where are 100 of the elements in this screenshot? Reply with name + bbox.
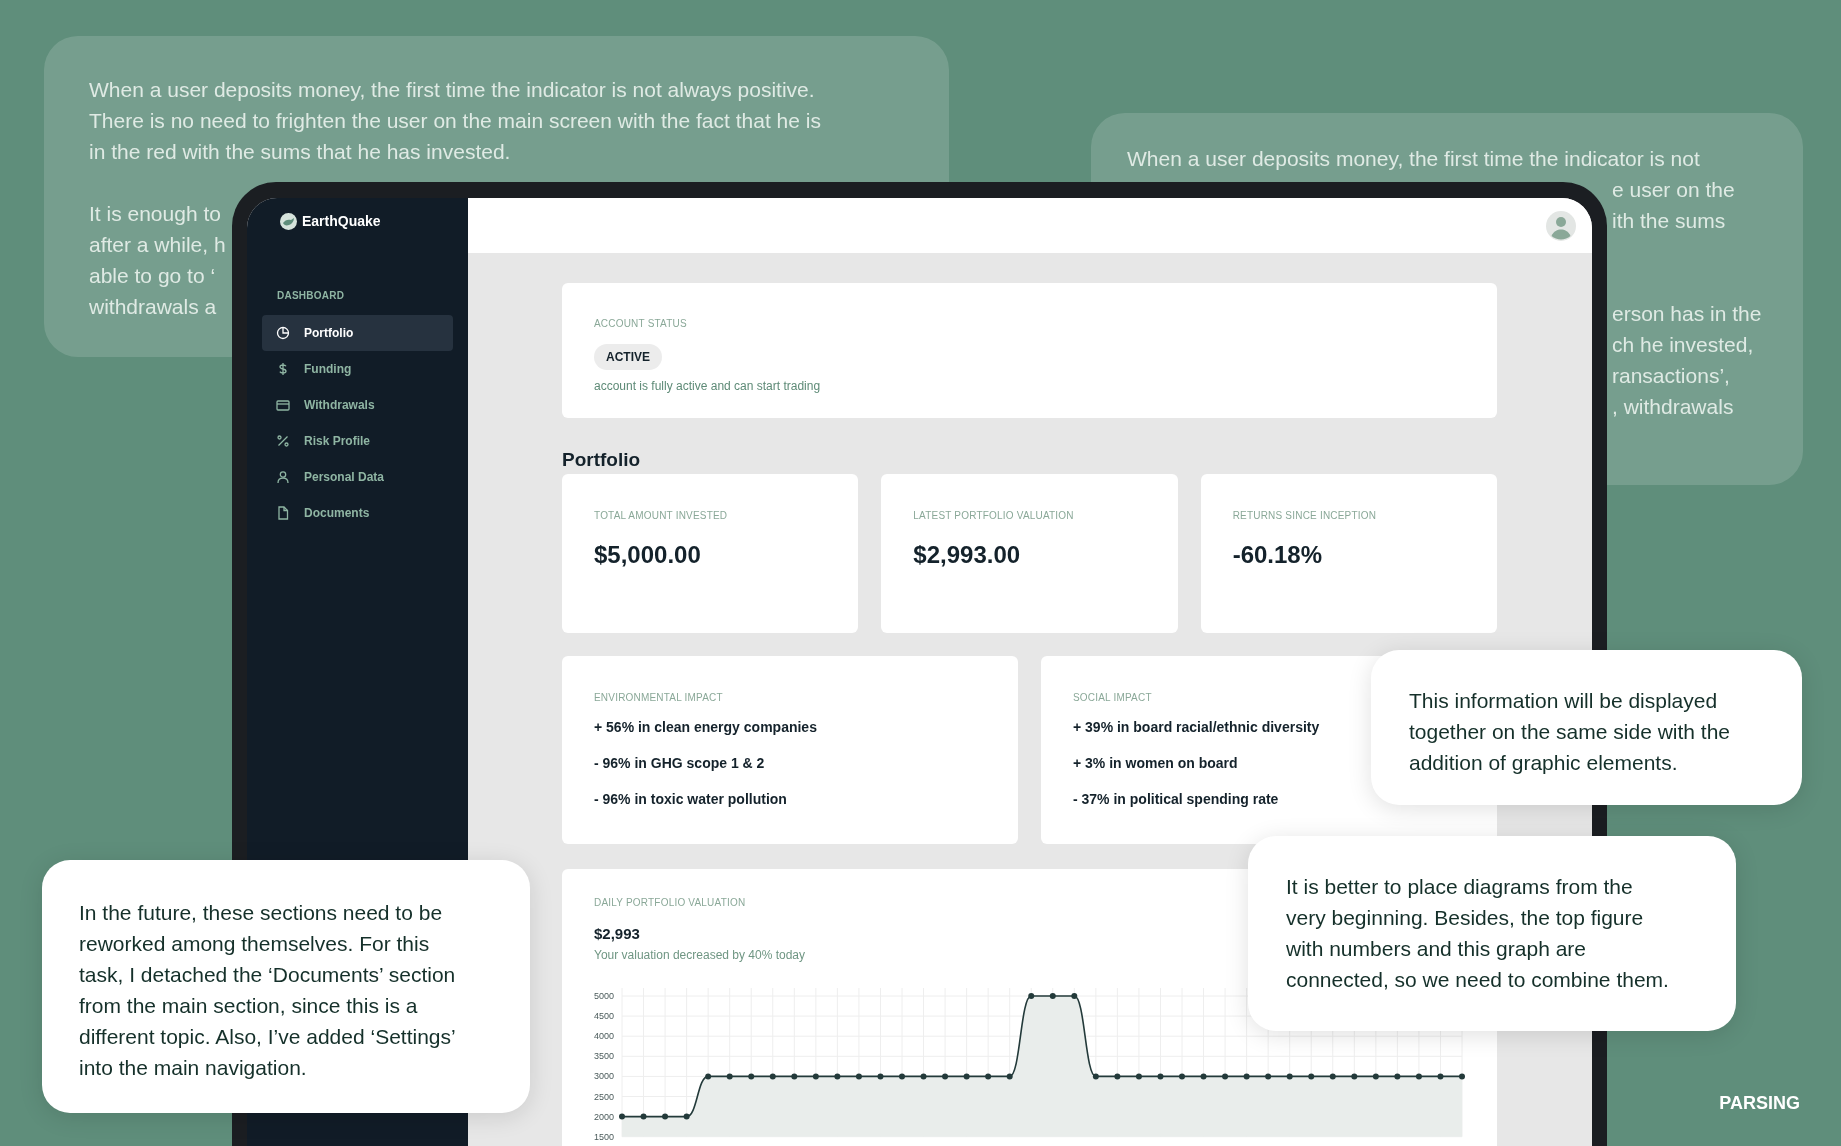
- y-axis-label: 2000: [594, 1111, 615, 1122]
- dollar-icon: [276, 362, 290, 376]
- data-point: [855, 1072, 862, 1079]
- data-point: [1114, 1072, 1121, 1079]
- data-point: [1308, 1072, 1315, 1079]
- brand-name: EarthQuake: [302, 211, 381, 231]
- data-point: [1135, 1072, 1142, 1079]
- card-label: ACCOUNT STATUS: [594, 317, 687, 331]
- data-point: [877, 1072, 884, 1079]
- nav-item[interactable]: Withdrawals: [262, 387, 453, 423]
- nav-item[interactable]: Risk Profile: [262, 423, 453, 459]
- nav-item[interactable]: Personal Data: [262, 459, 453, 495]
- y-axis-label: 2500: [594, 1091, 615, 1101]
- data-point: [1265, 1072, 1272, 1079]
- data-point: [1394, 1072, 1401, 1079]
- data-point: [1459, 1072, 1465, 1079]
- data-point: [812, 1072, 819, 1079]
- note-text: erson has in the: [1612, 301, 1762, 327]
- data-point: [769, 1072, 776, 1079]
- globe-logo-icon: [280, 212, 297, 230]
- card-label: ENVIRONMENTAL IMPACT: [594, 691, 723, 705]
- data-point: [1372, 1072, 1379, 1079]
- data-point: [1415, 1072, 1422, 1079]
- note-text: e user on the: [1612, 177, 1735, 203]
- callout-text: It is better to place diagrams from the very beginning. Besides, the top figure with numbers and this graph are connected, so we need to combine them.: [1286, 874, 1670, 993]
- footer-label: PARSING: [1719, 1092, 1800, 1115]
- data-point: [791, 1072, 798, 1079]
- data-point: [1092, 1072, 1099, 1079]
- status-badge: ACTIVE: [594, 344, 662, 370]
- valuation-value: $2,993: [594, 924, 640, 944]
- card-label: LATEST PORTFOLIO VALUATION: [913, 509, 1074, 523]
- callout-text: In the future, these sections need to be reworked among themselves. For this task, I detached the ‘Documents’ section from the main section, since this is a different topic. Also, I’ve added ‘Settings’ into the main navigation.: [79, 900, 457, 1081]
- card-label: RETURNS SINCE INCEPTION: [1232, 509, 1377, 523]
- note-text: in the red with the sums that he has invested.: [89, 139, 511, 165]
- person-icon: [276, 470, 290, 484]
- y-axis-label: 3000: [594, 1070, 615, 1081]
- data-point: [1071, 992, 1078, 999]
- note-text: There is no need to frighten the user on the main screen with the fact that he is: [89, 108, 821, 134]
- note-text: , withdrawals: [1612, 394, 1734, 420]
- y-axis-label: 3500: [594, 1050, 615, 1061]
- section-heading: Portfolio: [562, 449, 641, 471]
- data-point: [1200, 1072, 1207, 1079]
- data-point: [1437, 1072, 1444, 1079]
- note-text: It is enough to: [89, 201, 221, 227]
- data-point: [899, 1072, 905, 1079]
- data-point: [1351, 1072, 1358, 1079]
- data-point: [662, 1113, 669, 1120]
- data-point: [963, 1072, 970, 1079]
- status-description: account is fully active and can start trading: [594, 378, 821, 395]
- card-label: SOCIAL IMPACT: [1073, 691, 1152, 705]
- nav-item[interactable]: Documents: [262, 495, 453, 531]
- card-label: DAILY PORTFOLIO VALUATION: [594, 896, 746, 910]
- data-point: [942, 1072, 949, 1079]
- data-point: [1243, 1072, 1250, 1079]
- data-point: [726, 1072, 733, 1079]
- impact-item: - 37% in political spending rate: [1073, 791, 1280, 808]
- note-text: able to go to ‘: [89, 263, 216, 289]
- valuation-subtitle: Your valuation decreased by 40% today: [594, 946, 806, 964]
- data-point: [1329, 1072, 1336, 1079]
- y-axis-label: 4000: [594, 1030, 615, 1041]
- avatar-icon[interactable]: [1546, 210, 1576, 241]
- impact-item: - 96% in GHG scope 1 & 2: [594, 755, 766, 772]
- nav-item[interactable]: Funding: [262, 351, 453, 387]
- note-text: withdrawals a: [89, 294, 217, 320]
- y-axis-label: 5000: [594, 990, 615, 1001]
- stat-value: -60.18%: [1232, 540, 1323, 570]
- data-point: [1179, 1072, 1185, 1079]
- data-point: [619, 1113, 625, 1120]
- card-icon: [276, 398, 290, 412]
- data-point: [748, 1072, 755, 1079]
- callout-text: This information will be displayed together on the same side with the addition of graphic elements.: [1409, 688, 1732, 776]
- impact-item: + 39% in board racial/ethnic diversity: [1073, 719, 1320, 736]
- data-point: [683, 1113, 690, 1120]
- note-text: ransactions’,: [1612, 363, 1730, 389]
- data-point: [1222, 1072, 1229, 1079]
- note-text: When a user deposits money, the first time the indicator is not: [1127, 146, 1700, 172]
- note-text: after a while, h: [89, 232, 226, 258]
- data-point: [920, 1072, 927, 1079]
- note-text: When a user deposits money, the first time the indicator is not always positive.: [89, 77, 815, 103]
- pie-chart-icon: [276, 326, 290, 340]
- stat-value: $5,000.00: [594, 540, 701, 570]
- data-point: [1028, 992, 1035, 999]
- impact-item: - 96% in toxic water pollution: [594, 791, 788, 808]
- y-axis-label: 4500: [594, 1010, 615, 1021]
- data-point: [1157, 1072, 1164, 1079]
- data-point: [640, 1113, 647, 1120]
- impact-item: + 3% in women on board: [1073, 755, 1239, 772]
- nav-item[interactable]: Portfolio: [262, 315, 453, 351]
- y-axis-label: 1500: [594, 1131, 615, 1140]
- data-point: [1049, 992, 1056, 999]
- note-text: ch he invested,: [1612, 332, 1754, 358]
- stat-value: $2,993.00: [913, 540, 1021, 570]
- data-point: [985, 1072, 992, 1079]
- percent-icon: [276, 434, 290, 448]
- note-text: ith the sums: [1612, 208, 1726, 234]
- data-point: [1006, 1072, 1013, 1079]
- data-point: [705, 1072, 712, 1079]
- impact-item: + 56% in clean energy companies: [594, 719, 817, 736]
- data-point: [834, 1072, 841, 1079]
- nav-section-label: DASHBOARD: [277, 289, 346, 303]
